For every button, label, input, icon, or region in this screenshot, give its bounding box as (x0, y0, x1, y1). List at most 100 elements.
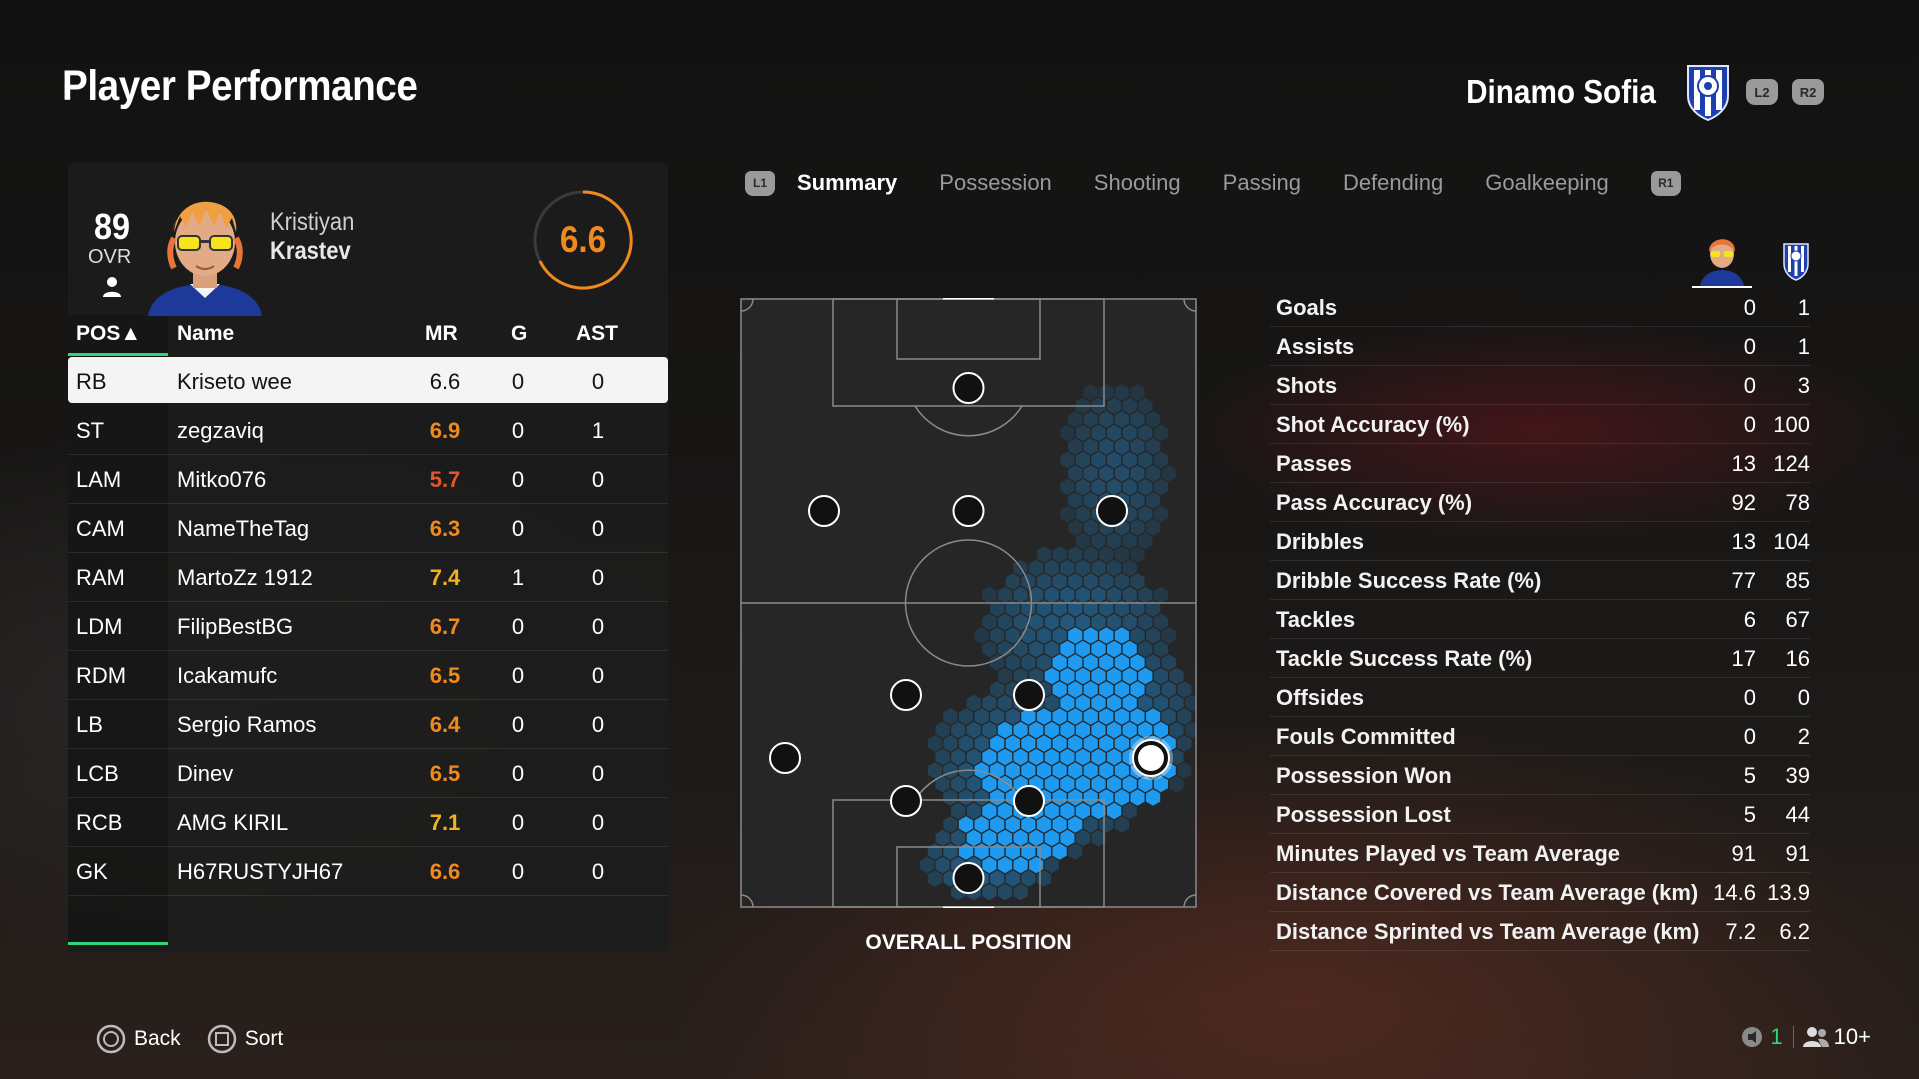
table-row[interactable]: CAM NameTheTag 6.3 0 0 (68, 504, 668, 553)
stat-row: Distance Sprinted vs Team Average (km) 7.… (1270, 912, 1810, 951)
stat-player-value: 0 (1743, 373, 1756, 398)
header-pos[interactable]: POS▲ (76, 322, 141, 346)
tab-goalkeeping[interactable]: Goalkeeping (1485, 170, 1609, 196)
stat-player-value: 0 (1743, 685, 1756, 710)
player-header: 89 OVR Kristiyan Krastev 6.6 (68, 162, 668, 316)
stat-row: Fouls Committed 0 2 (1270, 717, 1810, 756)
stat-label: Tackle Success Rate (%) (1276, 646, 1533, 671)
tab-passing[interactable]: Passing (1223, 170, 1301, 196)
stat-row: Passes 13 124 (1270, 444, 1810, 483)
position-marker (808, 495, 840, 527)
stat-team-value: 0 (1797, 685, 1810, 710)
tab-shooting[interactable]: Shooting (1094, 170, 1181, 196)
row-g: 0 (511, 859, 525, 884)
table-row[interactable]: GK H67RUSTYJH67 6.6 0 0 (68, 847, 668, 896)
r1-button[interactable]: R1 (1650, 170, 1681, 196)
header-g[interactable]: G (511, 322, 527, 346)
stat-team-value: 1 (1797, 295, 1810, 320)
table-row[interactable]: LAM Mitko076 5.7 0 0 (68, 455, 668, 504)
stat-player-value: 6 (1743, 607, 1756, 632)
stat-label: Minutes Played vs Team Average (1276, 841, 1620, 866)
back-control[interactable]: Back (96, 1024, 181, 1054)
row-ast: 0 (591, 369, 605, 394)
stat-team-value: 124 (1773, 451, 1810, 476)
row-mr: 7.4 (429, 565, 461, 590)
tab-defending[interactable]: Defending (1343, 170, 1443, 196)
table-row[interactable]: RAM MartoZz 1912 7.4 1 0 (68, 553, 668, 602)
row-pos: LAM (76, 467, 122, 492)
header-name[interactable]: Name (177, 322, 234, 346)
stats-column-icons (1692, 239, 1809, 288)
player-last-name: Krastev (270, 237, 351, 265)
table-row[interactable]: RDM Icakamufc 6.5 0 0 (68, 651, 668, 700)
stat-row: Dribbles 13 104 (1270, 522, 1810, 561)
stat-player-value: 91 (1731, 841, 1756, 866)
row-mr: 7.1 (429, 810, 461, 835)
stat-row: Goals 0 1 (1270, 288, 1810, 327)
row-name: Sergio Ramos (177, 712, 317, 737)
ovr-value: 89 (94, 206, 131, 247)
stat-row: Distance Covered vs Team Average (km) 14.… (1270, 873, 1810, 912)
table-row[interactable]: RCB AMG KIRIL 7.1 0 0 (68, 798, 668, 847)
row-g: 0 (511, 516, 525, 541)
stats-list: Goals 0 1 Assists 0 1 Shots 0 3 Shot Accuracy (%)… (1270, 288, 1810, 951)
sort-label: Sort (244, 1027, 284, 1050)
ovr-label: OVR (88, 246, 132, 268)
row-ast: 1 (591, 418, 605, 443)
row-name: AMG KIRIL (177, 810, 289, 835)
table-row[interactable]: LB Sergio Ramos 6.4 0 0 (68, 700, 668, 749)
stat-label: Goals (1276, 295, 1338, 320)
row-g: 0 (511, 369, 525, 394)
l1-button[interactable]: L1 (745, 170, 775, 196)
stat-label: Tackles (1276, 607, 1356, 632)
header-ast[interactable]: AST (576, 322, 618, 346)
stat-player-value: 5 (1743, 802, 1756, 827)
row-ast: 0 (591, 712, 605, 737)
row-pos: RB (76, 369, 107, 394)
person-icon (103, 277, 121, 297)
square-button-icon (207, 1024, 236, 1054)
row-g: 0 (511, 761, 525, 786)
row-name: Icakamufc (177, 663, 278, 688)
stat-player-value: 0 (1743, 412, 1756, 437)
table-row[interactable]: RB Kriseto wee 6.6 0 0 (68, 357, 668, 403)
match-rating: 6.6 (559, 219, 607, 260)
row-pos: RCB (76, 810, 123, 835)
stat-team-value: 1 (1797, 334, 1810, 359)
row-mr: 6.6 (429, 859, 461, 884)
row-pos: RAM (76, 565, 125, 590)
stat-player-value: 0 (1743, 295, 1756, 320)
stat-team-value: 6.2 (1779, 919, 1810, 944)
tab-summary[interactable]: Summary (797, 170, 897, 196)
table-row[interactable]: LDM FilipBestBG 6.7 0 0 (68, 602, 668, 651)
tab-possession[interactable]: Possession (939, 170, 1052, 196)
l2-button[interactable]: L2 (1746, 79, 1778, 105)
table-row[interactable]: LCB Dinev 6.5 0 0 (68, 749, 668, 798)
sort-control[interactable]: Sort (207, 1024, 284, 1054)
stat-row: Tackles 6 67 (1270, 600, 1810, 639)
position-marker (1096, 495, 1128, 527)
row-ast: 0 (591, 614, 605, 639)
stat-team-value: 67 (1785, 607, 1810, 632)
club-name: Dinamo Sofia (1466, 73, 1656, 110)
row-name: Kriseto wee (177, 369, 292, 394)
footer-controls: Back Sort (96, 1024, 309, 1054)
row-mr: 6.4 (429, 712, 461, 737)
table-row[interactable]: ST zegzaviq 6.9 0 1 (68, 406, 668, 455)
stat-label: Assists (1276, 334, 1355, 359)
stat-team-value: 39 (1785, 763, 1810, 788)
r2-button[interactable]: R2 (1792, 79, 1824, 105)
player-thumbnail-icon (1700, 239, 1744, 286)
selected-player-dot (1138, 745, 1164, 771)
position-marker (952, 862, 985, 894)
header-mr[interactable]: MR (425, 322, 458, 346)
pitch-caption: OVERALL POSITION (865, 931, 1072, 954)
stat-player-value: 13 (1731, 451, 1756, 476)
back-label: Back (134, 1027, 181, 1050)
stat-player-value: 7.2 (1725, 919, 1756, 944)
position-marker (890, 679, 922, 711)
row-pos: LB (76, 712, 103, 737)
stat-tabs: L1 Summary Possession Shooting Passing D… (745, 170, 1703, 196)
position-marker (1013, 785, 1045, 817)
player-portrait (148, 201, 262, 316)
